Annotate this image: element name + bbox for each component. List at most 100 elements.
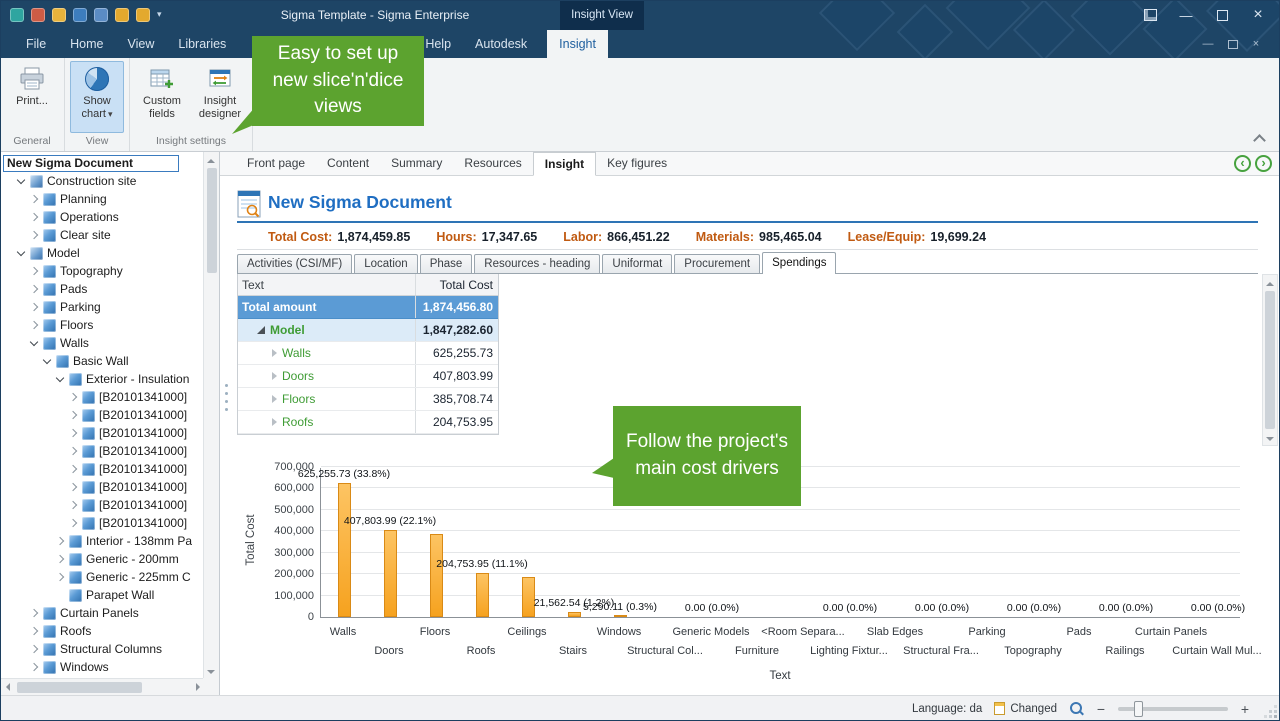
insight-view-tab-location[interactable]: Location bbox=[354, 254, 417, 273]
expand-chevron-icon[interactable] bbox=[30, 321, 38, 329]
custom-fields-button[interactable]: Custom fields bbox=[135, 61, 189, 133]
document-tab-resources[interactable]: Resources bbox=[453, 152, 532, 176]
forward-button[interactable] bbox=[1255, 155, 1272, 172]
document-tab-content[interactable]: Content bbox=[316, 152, 380, 176]
collapse-ribbon-button[interactable] bbox=[1252, 132, 1266, 146]
document-close-button[interactable]: × bbox=[1244, 30, 1268, 58]
undo-icon[interactable] bbox=[115, 8, 129, 22]
tree-rename-input[interactable]: New Sigma Document bbox=[3, 155, 179, 172]
expand-chevron-icon[interactable] bbox=[30, 195, 38, 203]
ribbon-tab-autodesk[interactable]: Autodesk bbox=[463, 30, 539, 58]
tree-item-parking[interactable]: Parking bbox=[0, 298, 203, 316]
zoom-out-button[interactable]: − bbox=[1096, 701, 1106, 717]
table-row-roofs[interactable]: Roofs204,753.95 bbox=[238, 411, 498, 434]
expand-chevron-icon[interactable] bbox=[30, 663, 38, 671]
expand-chevron-icon[interactable] bbox=[56, 573, 64, 581]
expand-chevron-icon[interactable] bbox=[56, 537, 64, 545]
tree-item-b20101341000[interactable]: [B20101341000] bbox=[0, 406, 203, 424]
table-row-total-amount[interactable]: Total amount1,874,456.80 bbox=[238, 296, 498, 319]
zoom-in-button[interactable]: + bbox=[1240, 701, 1250, 717]
expand-chevron-icon[interactable] bbox=[69, 393, 77, 401]
scroll-down-arrow-icon[interactable] bbox=[1263, 430, 1278, 445]
close-button[interactable]: × bbox=[1240, 0, 1276, 30]
tree-item-generic-200mm[interactable]: Generic - 200mm bbox=[0, 550, 203, 568]
collapse-arrow-icon[interactable] bbox=[257, 326, 265, 334]
save-icon[interactable] bbox=[73, 8, 87, 22]
document-tab-insight[interactable]: Insight bbox=[533, 152, 596, 176]
zoom-slider-thumb[interactable] bbox=[1134, 701, 1143, 717]
tree-item-new-sigma-document[interactable]: New Sigma Document bbox=[0, 154, 203, 172]
edit-icon[interactable] bbox=[31, 8, 45, 22]
resize-grip[interactable] bbox=[1264, 705, 1277, 718]
splitter-handle[interactable] bbox=[225, 384, 228, 411]
expand-chevron-icon[interactable] bbox=[69, 519, 77, 527]
minimize-button[interactable]: — bbox=[1168, 0, 1204, 30]
expand-chevron-icon[interactable] bbox=[30, 285, 38, 293]
tree-item-exterior-insulation[interactable]: Exterior - Insulation bbox=[0, 370, 203, 388]
document-tab-summary[interactable]: Summary bbox=[380, 152, 453, 176]
expand-chevron-icon[interactable] bbox=[30, 609, 38, 617]
tree-item-construction-site[interactable]: Construction site bbox=[0, 172, 203, 190]
expand-chevron-icon[interactable] bbox=[69, 429, 77, 437]
document-tab-key-figures[interactable]: Key figures bbox=[596, 152, 678, 176]
column-header-total-cost[interactable]: Total Cost bbox=[416, 278, 498, 292]
expand-chevron-icon[interactable] bbox=[30, 267, 38, 275]
ribbon-tab-view[interactable]: View bbox=[116, 30, 167, 58]
tree-item-model[interactable]: Model bbox=[0, 244, 203, 262]
table-row-doors[interactable]: Doors407,803.99 bbox=[238, 365, 498, 388]
tree-item-basic-wall[interactable]: Basic Wall bbox=[0, 352, 203, 370]
tree-item-curtain-panels[interactable]: Curtain Panels bbox=[0, 604, 203, 622]
expand-chevron-icon[interactable] bbox=[30, 627, 38, 635]
expand-chevron-icon[interactable] bbox=[30, 231, 38, 239]
document-restore-button[interactable] bbox=[1220, 30, 1244, 58]
tree-item-b20101341000[interactable]: [B20101341000] bbox=[0, 460, 203, 478]
tree-item-roofs[interactable]: Roofs bbox=[0, 622, 203, 640]
tree-item-interior-138mm-pa[interactable]: Interior - 138mm Pa bbox=[0, 532, 203, 550]
tree-item-b20101341000[interactable]: [B20101341000] bbox=[0, 424, 203, 442]
open-folder-icon[interactable] bbox=[52, 8, 66, 22]
tree-item-b20101341000[interactable]: [B20101341000] bbox=[0, 514, 203, 532]
ribbon-tab-libraries[interactable]: Libraries bbox=[166, 30, 238, 58]
show-chart-button[interactable]: Show chart bbox=[70, 61, 124, 133]
document-minimize-button[interactable]: — bbox=[1196, 30, 1220, 58]
ribbon-tab-insight[interactable]: Insight bbox=[547, 30, 608, 58]
table-row-model[interactable]: Model1,847,282.60 bbox=[238, 319, 498, 342]
tree-item-planning[interactable]: Planning bbox=[0, 190, 203, 208]
tree-item-b20101341000[interactable]: [B20101341000] bbox=[0, 496, 203, 514]
zoom-slider[interactable] bbox=[1118, 707, 1228, 711]
expand-arrow-icon[interactable] bbox=[272, 349, 277, 357]
expand-chevron-icon[interactable] bbox=[69, 483, 77, 491]
export-icon[interactable] bbox=[94, 8, 108, 22]
tree-item-parapet-wall[interactable]: Parapet Wall bbox=[0, 586, 203, 604]
tree-item-b20101341000[interactable]: [B20101341000] bbox=[0, 478, 203, 496]
table-row-walls[interactable]: Walls625,255.73 bbox=[238, 342, 498, 365]
insight-view-tab-uniformat[interactable]: Uniformat bbox=[602, 254, 672, 273]
tree-item-floors[interactable]: Floors bbox=[0, 316, 203, 334]
tree-item-b20101341000[interactable]: [B20101341000] bbox=[0, 388, 203, 406]
tree-item-pads[interactable]: Pads bbox=[0, 280, 203, 298]
insight-view-tab-procurement[interactable]: Procurement bbox=[674, 254, 760, 273]
ribbon-tab-file[interactable]: File bbox=[14, 30, 58, 58]
expand-arrow-icon[interactable] bbox=[272, 395, 277, 403]
insight-view-tab-phase[interactable]: Phase bbox=[420, 254, 473, 273]
scroll-down-arrow-icon[interactable] bbox=[204, 663, 219, 678]
expand-chevron-icon[interactable] bbox=[69, 411, 77, 419]
collapse-chevron-icon[interactable] bbox=[43, 355, 51, 363]
tree-item-operations[interactable]: Operations bbox=[0, 208, 203, 226]
ribbon-tab-home[interactable]: Home bbox=[58, 30, 115, 58]
insight-view-tab-spendings[interactable]: Spendings bbox=[762, 252, 836, 274]
expand-arrow-icon[interactable] bbox=[272, 418, 277, 426]
maximize-button[interactable] bbox=[1204, 0, 1240, 30]
tree-item-topography[interactable]: Topography bbox=[0, 262, 203, 280]
redo-icon[interactable] bbox=[136, 8, 150, 22]
contextual-tab-header[interactable]: Insight View bbox=[560, 0, 644, 30]
tree-item-b20101341000[interactable]: [B20101341000] bbox=[0, 442, 203, 460]
vertical-scrollbar-thumb[interactable] bbox=[207, 168, 217, 273]
tree-item-clear-site[interactable]: Clear site bbox=[0, 226, 203, 244]
scroll-right-arrow-icon[interactable] bbox=[188, 680, 203, 695]
table-scrollbar[interactable] bbox=[1262, 274, 1278, 446]
scroll-up-arrow-icon[interactable] bbox=[204, 152, 219, 167]
back-button[interactable] bbox=[1234, 155, 1251, 172]
insight-view-tab-activities-csi-mf[interactable]: Activities (CSI/MF) bbox=[237, 254, 352, 273]
titlebar[interactable]: Sigma Template - Sigma Enterprise Insigh… bbox=[0, 0, 1280, 30]
